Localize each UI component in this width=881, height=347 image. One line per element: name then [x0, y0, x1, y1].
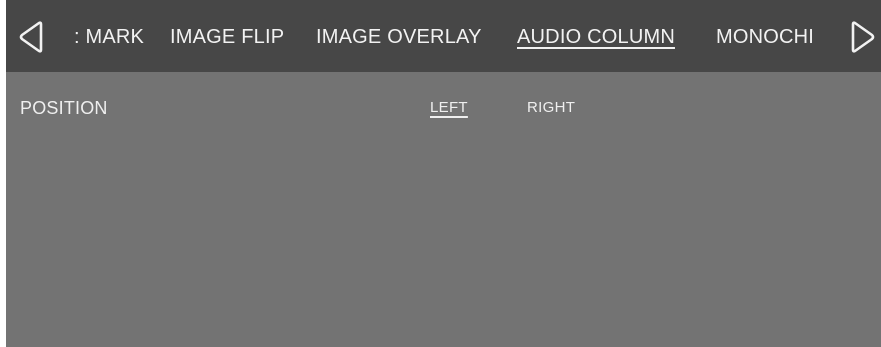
chevron-left-outline-icon	[19, 21, 43, 53]
tab-image-flip[interactable]: IMAGE FLIP	[170, 24, 284, 50]
chevron-right-outline-icon	[851, 21, 875, 53]
tab-monochrome[interactable]: MONOCHI	[716, 24, 814, 50]
scroll-tabs-right-button[interactable]	[844, 20, 878, 54]
position-setting-label: POSITION	[20, 98, 108, 118]
scroll-tabs-left-button[interactable]	[16, 20, 50, 54]
feature-tab-bar: : MARK IMAGE FLIP IMAGE OVERLAY AUDIO CO…	[6, 0, 881, 72]
position-option-right[interactable]: RIGHT	[527, 99, 575, 117]
tab-strip: : MARK IMAGE FLIP IMAGE OVERLAY AUDIO CO…	[66, 0, 836, 72]
tab-audio-column[interactable]: AUDIO COLUMN	[517, 24, 675, 50]
tab-watermark[interactable]: : MARK	[74, 24, 144, 50]
position-option-left[interactable]: LEFT	[430, 99, 468, 117]
audio-column-settings-panel: : MARK IMAGE FLIP IMAGE OVERLAY AUDIO CO…	[6, 0, 881, 347]
tab-image-overlay[interactable]: IMAGE OVERLAY	[316, 24, 482, 50]
